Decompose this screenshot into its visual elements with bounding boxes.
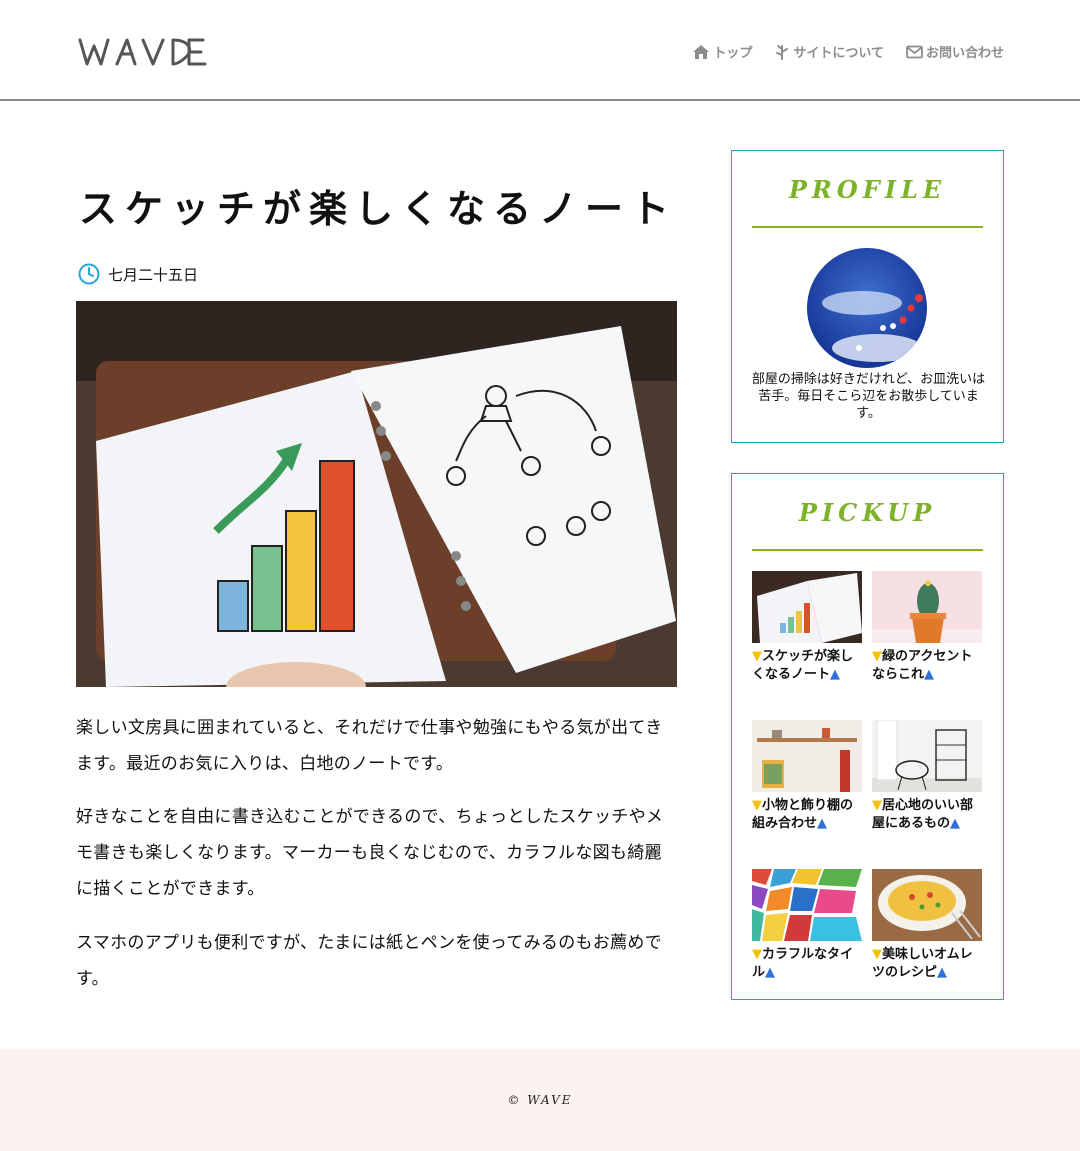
article-paragraph: 楽しい文房具に囲まれていると、それだけで仕事や勉強にもやる気が出てきます。最近の… <box>76 718 663 774</box>
pickup-caption: ▼美味しいオムレツのレシピ▲ <box>872 946 982 981</box>
pickup-heading: PICKUP <box>798 498 937 527</box>
triangle-down-icon: ▼ <box>872 947 882 962</box>
pickup-item-tiles[interactable]: ▼カラフルなタイル▲ <box>752 869 862 981</box>
triangle-up-icon: ▲ <box>817 815 828 831</box>
profile-widget: PROFILE 部屋の掃除は好きだけれど、お皿洗いは苦手。毎日そこら辺をお散歩し… <box>731 150 1004 443</box>
triangle-up-icon: ▲ <box>765 964 776 980</box>
home-icon <box>693 44 710 59</box>
pickup-thumbnail <box>872 869 982 941</box>
avatar <box>807 248 927 368</box>
pickup-caption: ▼スケッチが楽しくなるノート▲ <box>752 648 862 683</box>
article-hero-image <box>76 301 677 687</box>
pickup-title: 緑のアクセントならこれ <box>872 649 973 682</box>
divider <box>752 549 983 551</box>
pickup-caption: ▼緑のアクセントならこれ▲ <box>872 648 982 683</box>
pickup-item-shelf[interactable]: ▼小物と飾り棚の組み合わせ▲ <box>752 720 862 832</box>
date-text: 七月二十五日 <box>108 265 199 284</box>
pickup-thumbnail <box>752 720 862 792</box>
divider <box>752 226 983 228</box>
mail-icon <box>906 45 923 58</box>
article-title: スケッチが楽しくなるノート <box>79 186 678 231</box>
site-footer: © WAVE <box>0 1049 1080 1151</box>
article-date: 七月二十五日 <box>78 263 198 285</box>
pickup-caption: ▼小物と飾り棚の組み合わせ▲ <box>752 797 862 832</box>
profile-heading: PROFILE <box>788 175 947 204</box>
triangle-down-icon: ▼ <box>872 798 882 813</box>
pickup-caption: ▼カラフルなタイル▲ <box>752 946 862 981</box>
pickup-thumbnail <box>872 720 982 792</box>
pickup-thumbnail <box>752 571 862 643</box>
pickup-widget: PICKUP ▼スケッチが楽しくなるノート▲ ▼緑のアクセントならこれ▲ ▼小物… <box>731 473 1004 1000</box>
pickup-title: 美味しいオムレツのレシピ <box>872 947 973 980</box>
pickup-thumbnail <box>872 571 982 643</box>
profile-text: 部屋の掃除は好きだけれど、お皿洗いは苦手。毎日そこら辺をお散歩しています。 <box>751 372 986 421</box>
leaf-icon <box>776 44 789 60</box>
article-paragraph: 好きなことを自由に書き込むことができるので、ちょっとしたスケッチやメモ書きも楽し… <box>76 807 664 899</box>
triangle-down-icon: ▼ <box>752 649 762 664</box>
nav-item-about[interactable]: サイトについて <box>774 42 884 61</box>
nav-item-contact[interactable]: お問い合わせ <box>906 42 1004 61</box>
triangle-down-icon: ▼ <box>752 947 762 962</box>
pickup-caption: ▼居心地のいい部屋にあるもの▲ <box>872 797 982 832</box>
nav-label: お問い合わせ <box>925 46 1004 61</box>
pickup-title: 小物と飾り棚の組み合わせ <box>752 798 854 831</box>
triangle-up-icon: ▲ <box>937 964 948 980</box>
article-paragraph: スマホのアプリも便利ですが、たまには紙とペンを使ってみるのもお薦めです。 <box>76 933 662 989</box>
main-nav: トップ サイトについて お問い合わせ <box>692 42 1004 61</box>
triangle-down-icon: ▼ <box>752 798 762 813</box>
triangle-up-icon: ▲ <box>830 666 841 682</box>
nav-item-top[interactable]: トップ <box>692 42 752 61</box>
triangle-up-icon: ▲ <box>950 815 961 831</box>
site-logo[interactable] <box>77 34 209 70</box>
pickup-thumbnail <box>752 869 862 941</box>
copyright-text: © WAVE <box>507 1093 573 1107</box>
pickup-item-room[interactable]: ▼居心地のいい部屋にあるもの▲ <box>872 720 982 832</box>
nav-label: サイトについて <box>793 46 884 61</box>
clock-icon <box>78 263 100 285</box>
nav-label: トップ <box>713 46 753 61</box>
pickup-item-omelette[interactable]: ▼美味しいオムレツのレシピ▲ <box>872 869 982 981</box>
site-header: トップ サイトについて お問い合わせ <box>0 0 1080 101</box>
pickup-item-cactus[interactable]: ▼緑のアクセントならこれ▲ <box>872 571 982 683</box>
pickup-item-notebook[interactable]: ▼スケッチが楽しくなるノート▲ <box>752 571 862 683</box>
triangle-up-icon: ▲ <box>924 666 935 682</box>
triangle-down-icon: ▼ <box>872 649 882 664</box>
